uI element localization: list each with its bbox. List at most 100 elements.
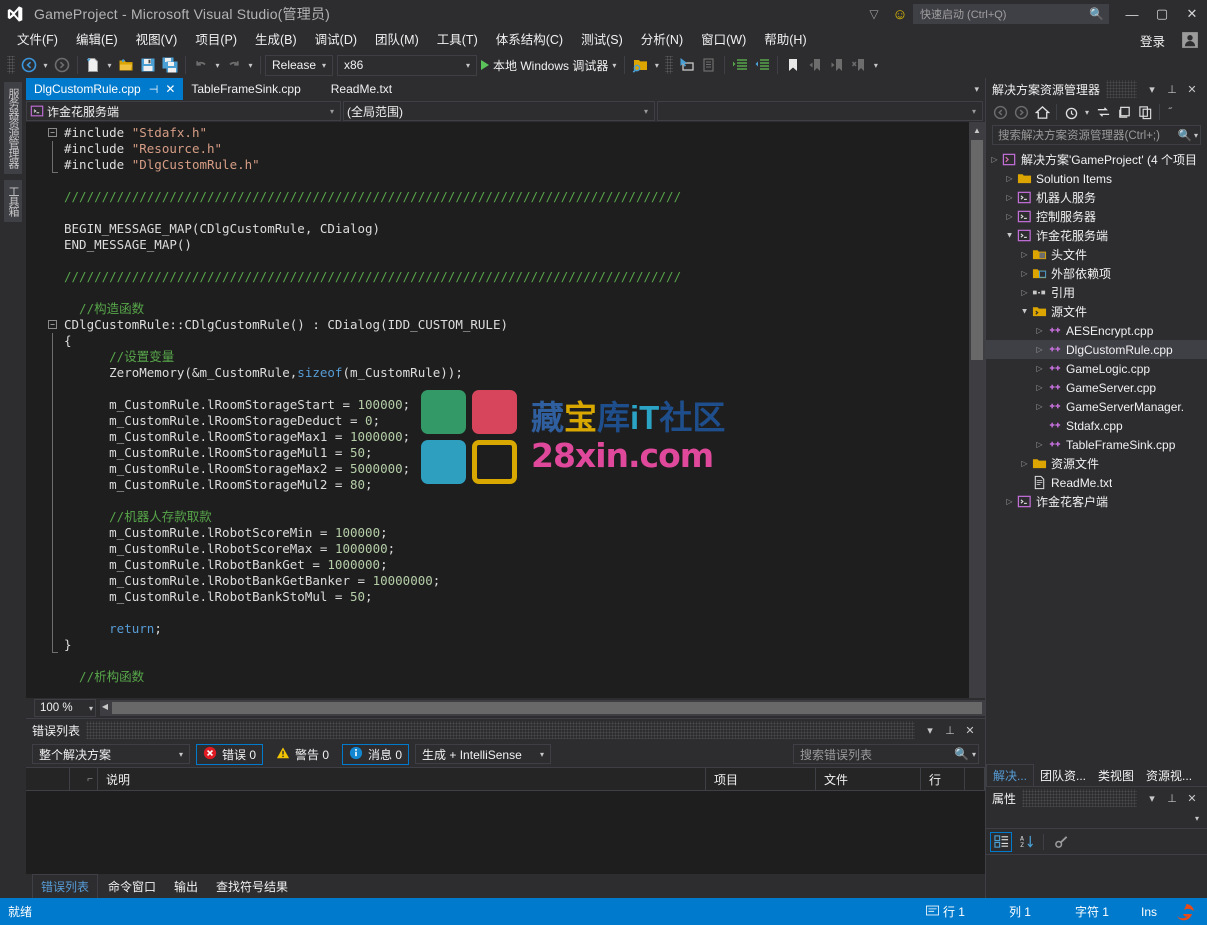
menu-view[interactable]: 视图(V) <box>127 29 187 51</box>
account-icon[interactable] <box>1179 30 1201 50</box>
tree-item[interactable]: ▷ 引用 <box>986 283 1207 302</box>
expand-toggle-icon[interactable]: ▷ <box>1033 364 1046 373</box>
expand-toggle-icon[interactable]: ▷ <box>1033 402 1046 411</box>
tree-item[interactable]: ▷ TableFrameSink.cpp <box>986 435 1207 454</box>
tree-item[interactable]: ▷ 头文件 <box>986 245 1207 264</box>
scroll-left-icon[interactable]: ◀ <box>100 702 110 714</box>
fold-toggle-icon[interactable]: − <box>48 128 57 137</box>
tree-item[interactable]: ▷ GameLogic.cpp <box>986 359 1207 378</box>
minimize-button[interactable]: — <box>1117 0 1147 28</box>
expand-toggle-icon[interactable]: ▷ <box>1018 250 1031 259</box>
expand-toggle-icon[interactable]: ▷ <box>1018 459 1031 468</box>
decrease-indent-icon[interactable] <box>751 54 773 76</box>
categorized-view-icon[interactable] <box>990 831 1012 852</box>
tree-item[interactable]: ▷ 解决方案'GameProject' (4 个项目 <box>986 150 1207 169</box>
column-project[interactable]: 项目 <box>706 768 816 790</box>
editor-tab-overflow-icon[interactable]: ▾ <box>974 78 985 100</box>
expand-toggle-icon-open[interactable]: ▲ <box>1003 231 1016 240</box>
new-item-dropdown-icon[interactable]: ▾ <box>104 54 115 76</box>
drag-handle[interactable] <box>86 721 915 739</box>
chevron-down-icon[interactable]: ▾ <box>1143 80 1161 98</box>
tree-item[interactable]: ▷ DlgCustomRule.cpp <box>986 340 1207 359</box>
expand-toggle-icon[interactable]: ▷ <box>1033 326 1046 335</box>
previous-bookmark-icon[interactable] <box>804 54 826 76</box>
bookmark-icon[interactable] <box>782 54 804 76</box>
editor-horizontal-scrollbar[interactable]: ◀ <box>100 700 985 716</box>
expand-toggle-icon[interactable]: ▷ <box>1033 383 1046 392</box>
error-scope-combo[interactable]: 整个解决方案 ▾ <box>32 744 190 764</box>
show-all-files-icon[interactable] <box>1135 102 1155 122</box>
configuration-combo[interactable]: Release ▾ <box>265 54 333 76</box>
tab-team-explorer[interactable]: 团队资... <box>1034 764 1092 786</box>
properties-object-combo[interactable]: ▾ <box>986 809 1207 829</box>
home-icon[interactable] <box>1032 102 1052 122</box>
tab-solution-explorer[interactable]: 解决... <box>986 764 1035 786</box>
menu-window[interactable]: 窗口(W) <box>692 29 755 51</box>
expand-toggle-icon[interactable]: ▷ <box>1003 497 1016 506</box>
tree-item[interactable]: ReadMe.txt <box>986 473 1207 492</box>
find-in-files-icon[interactable] <box>629 54 651 76</box>
build-filter-combo[interactable]: 生成 + IntelliSense ▾ <box>415 744 552 764</box>
chevron-down-icon[interactable]: ▾ <box>1082 102 1092 122</box>
smiley-feedback-icon[interactable]: ☺ <box>887 0 913 28</box>
quick-launch-input[interactable]: 快速启动 (Ctrl+Q) 🔍 <box>913 4 1109 24</box>
open-file-icon[interactable] <box>115 54 137 76</box>
menu-tools[interactable]: 工具(T) <box>428 29 487 51</box>
expand-toggle-icon[interactable]: ▷ <box>1033 345 1046 354</box>
menu-team[interactable]: 团队(M) <box>366 29 428 51</box>
expand-toggle-icon[interactable]: ▷ <box>1018 288 1031 297</box>
save-all-icon[interactable] <box>159 54 181 76</box>
editor-tab-readme[interactable]: ReadMe.txt <box>309 78 400 100</box>
vtab-toolbox[interactable]: 工具箱 <box>4 180 22 222</box>
navbar-scope-combo[interactable]: (全局范围) ▾ <box>343 101 655 121</box>
tree-item[interactable]: ▷ GameServerManager. <box>986 397 1207 416</box>
clear-bookmarks-icon[interactable] <box>848 54 870 76</box>
pin-icon[interactable]: ⊥ <box>1163 80 1181 98</box>
alphabetical-sort-icon[interactable]: AZ <box>1015 832 1037 852</box>
scroll-up-icon[interactable]: ▲ <box>969 122 985 138</box>
tab-class-view[interactable]: 类视图 <box>1092 764 1140 786</box>
column-line[interactable]: 行 <box>921 768 965 790</box>
zoom-level-combo[interactable]: 100 % ▾ <box>34 699 96 717</box>
menu-project[interactable]: 项目(P) <box>186 29 246 51</box>
undo-icon[interactable] <box>190 54 212 76</box>
tree-item[interactable]: ▷ 诈金花客户端 <box>986 492 1207 511</box>
warnings-filter-button[interactable]: 警告 0 <box>269 744 336 765</box>
refresh-icon[interactable] <box>1114 102 1134 122</box>
solution-explorer-tree[interactable]: ▷ 解决方案'GameProject' (4 个项目 ▷ Solution Items… <box>986 147 1207 764</box>
menu-help[interactable]: 帮助(H) <box>755 29 815 51</box>
close-icon[interactable]: ✕ <box>1183 789 1201 807</box>
properties-grid[interactable] <box>986 855 1207 898</box>
find-dropdown-icon[interactable]: ▾ <box>651 54 662 76</box>
send-feedback-icon[interactable]: ▽ <box>861 0 887 28</box>
save-icon[interactable] <box>137 54 159 76</box>
expand-toggle-icon[interactable]: ▷ <box>988 155 1001 164</box>
redo-dropdown-icon[interactable]: ▾ <box>245 54 256 76</box>
menu-analyze[interactable]: 分析(N) <box>632 29 692 51</box>
pin-icon[interactable]: ⊥ <box>941 721 959 739</box>
solution-explorer-search-input[interactable]: 搜索解决方案资源管理器(Ctrl+;) 🔍 ▾ <box>992 125 1201 145</box>
code-editor[interactable]: − #include "Stdafx.h" #include "Resource.h… <box>26 122 985 698</box>
vtab-server-explorer[interactable]: 服务器资源管理器 <box>4 82 22 174</box>
close-icon[interactable]: ✕ <box>165 82 175 96</box>
redo-icon[interactable] <box>223 54 245 76</box>
editor-vertical-scrollbar[interactable]: ▲ <box>969 122 985 698</box>
next-bookmark-icon[interactable] <box>826 54 848 76</box>
menu-test[interactable]: 测试(S) <box>572 29 632 51</box>
navigate-forward-icon[interactable] <box>51 54 73 76</box>
navbar-member-combo[interactable]: ▾ <box>657 101 983 121</box>
messages-filter-button[interactable]: 消息 0 <box>342 743 410 765</box>
bottom-tab-find-symbol-results[interactable]: 查找符号结果 <box>208 875 296 898</box>
tree-item[interactable]: ▷ Solution Items <box>986 169 1207 188</box>
tree-item[interactable]: ▲ 诈金花服务端 <box>986 226 1207 245</box>
column-description[interactable]: 说明 <box>98 768 706 790</box>
menu-file[interactable]: 文件(F) <box>8 29 67 51</box>
tree-item[interactable]: ▷ 外部依赖项 <box>986 264 1207 283</box>
drag-handle[interactable] <box>1106 80 1137 98</box>
fold-toggle-icon[interactable]: − <box>48 320 57 329</box>
expand-toggle-icon[interactable]: ▷ <box>1033 440 1046 449</box>
clipboard-icon[interactable] <box>698 54 720 76</box>
pin-icon[interactable]: ⊥ <box>1163 789 1181 807</box>
toolbar-grip[interactable] <box>7 56 15 74</box>
column-code[interactable]: ⌐ <box>70 768 98 790</box>
